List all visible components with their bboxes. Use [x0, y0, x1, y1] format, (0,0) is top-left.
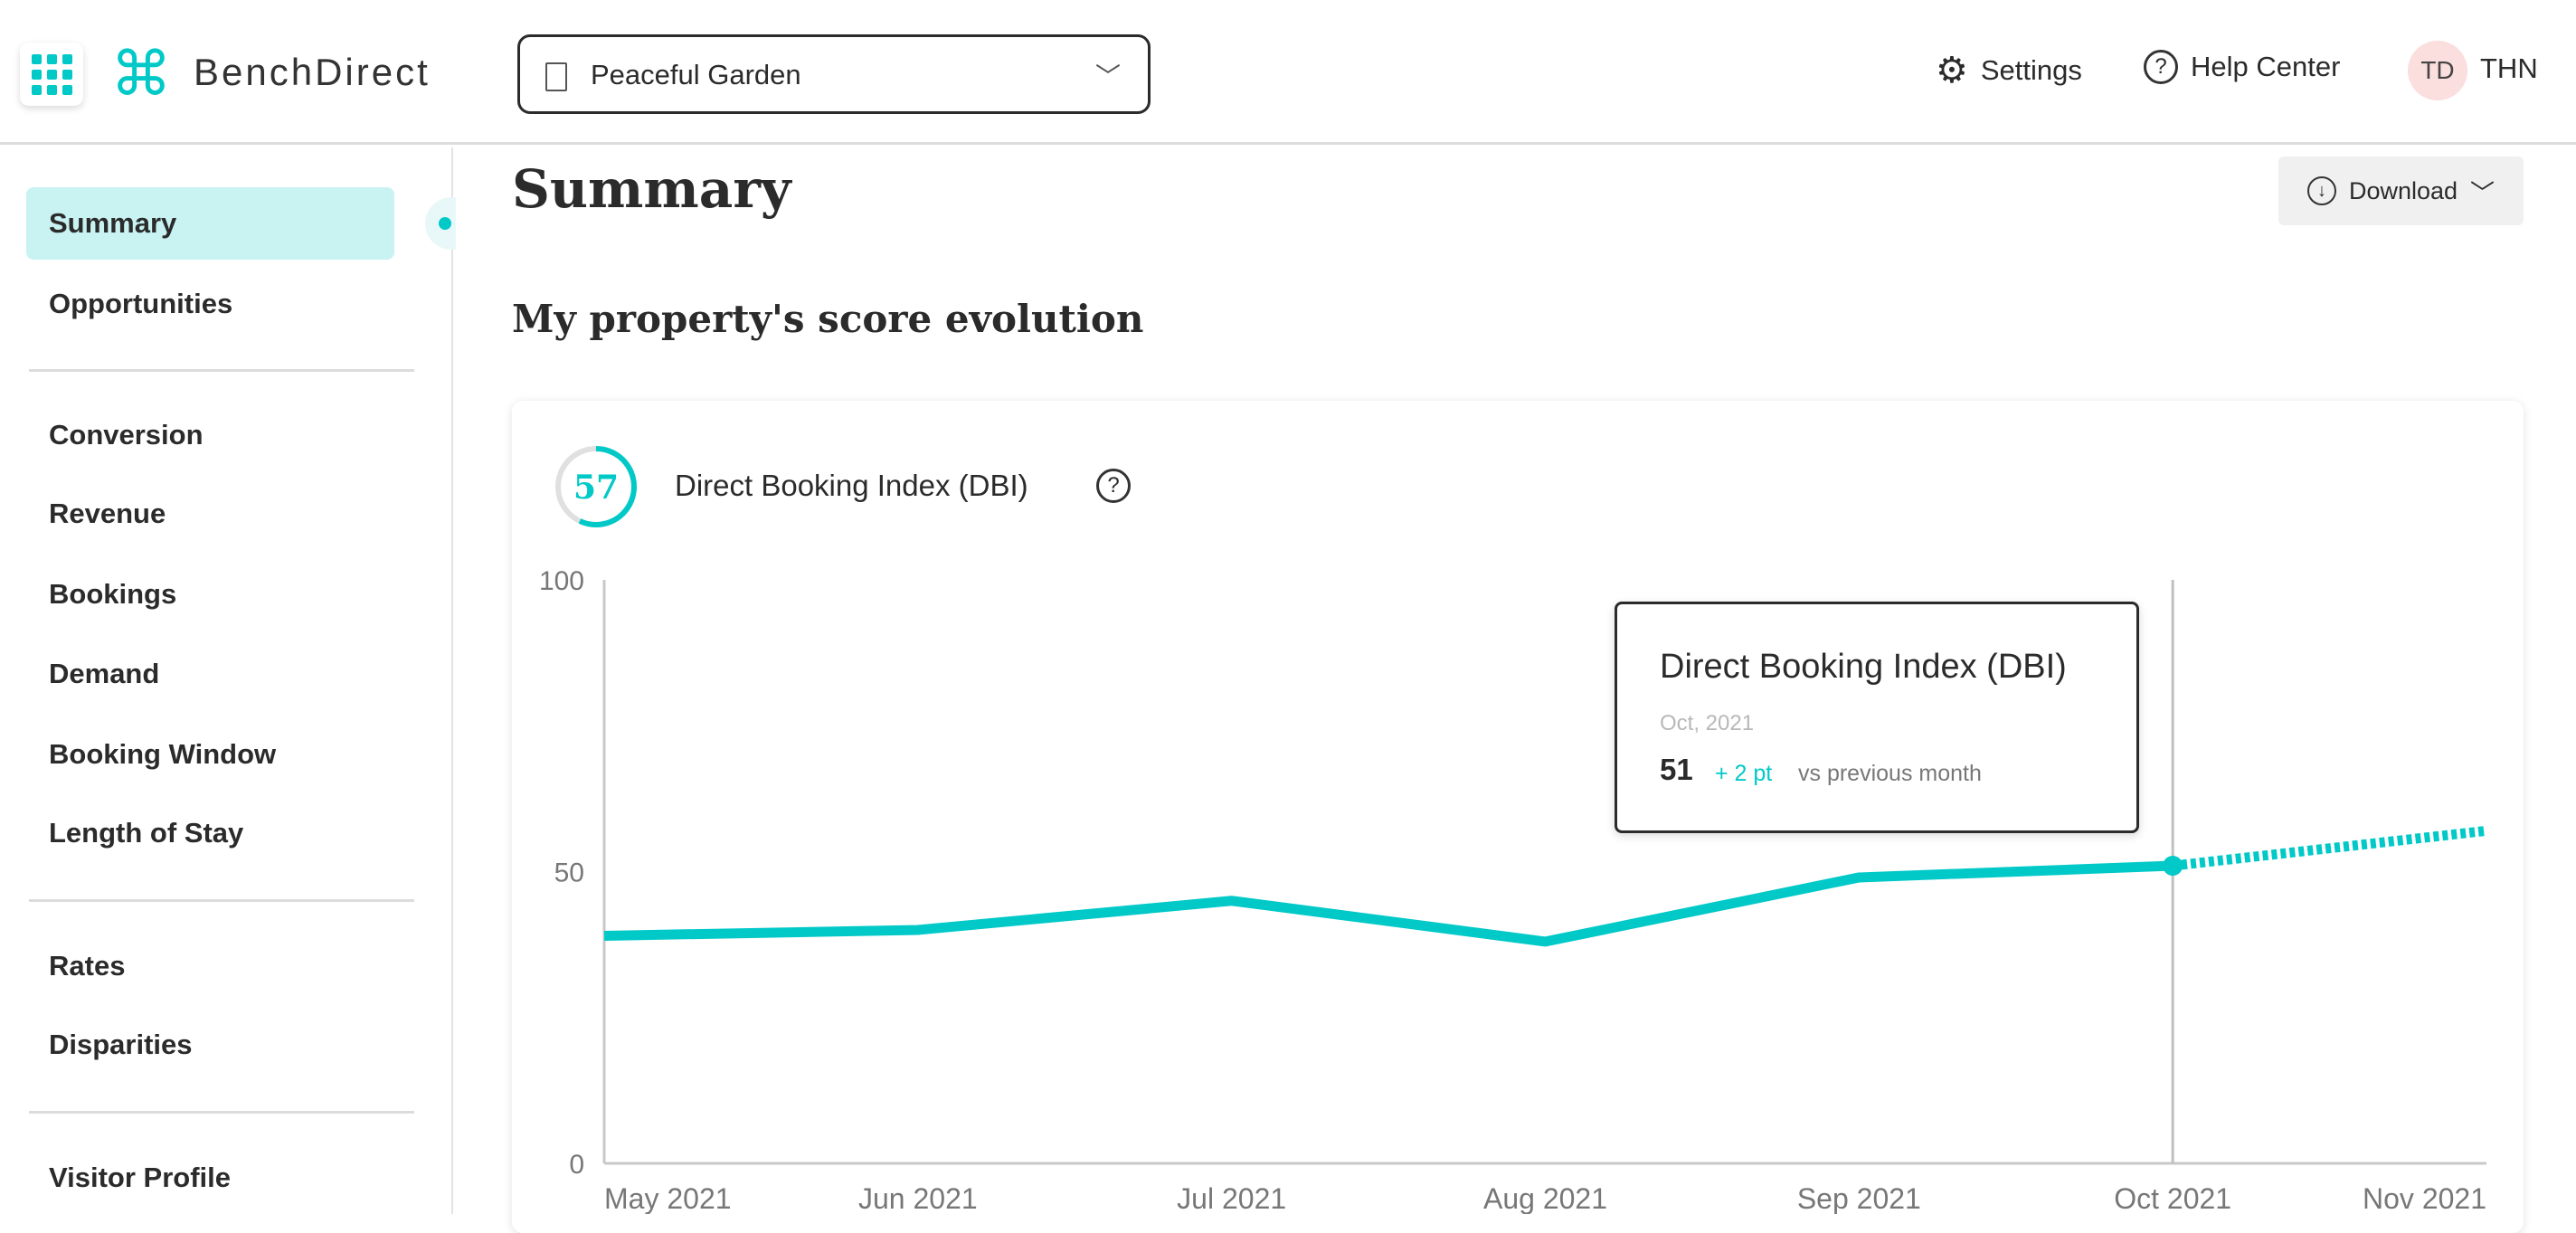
tooltip-change-suffix: vs previous month — [1798, 761, 1982, 786]
y-tick-label: 100 — [539, 566, 584, 596]
x-tick-label: Jul 2021 — [1177, 1182, 1286, 1214]
x-tick-label: Jun 2021 — [858, 1182, 978, 1214]
tooltip-title: Direct Booking Index (DBI) — [1660, 648, 2067, 686]
highlighted-point — [2163, 856, 2183, 877]
x-tick-label: Aug 2021 — [1483, 1182, 1607, 1214]
dbi-chart: 57 0 50 100 May 2021 Jun 2021 Jul 2021 Aug 2021… — [539, 446, 2487, 1214]
tooltip-date: Oct, 2021 — [1660, 711, 1755, 735]
x-tick-label: May 2021 — [604, 1182, 732, 1214]
dbi-series-line — [603, 860, 2174, 947]
dbi-projected-line — [2172, 825, 2487, 871]
y-tick-label: 0 — [569, 1150, 584, 1180]
tooltip-change: + 2 pt — [1715, 761, 1773, 786]
score-value: 57 — [573, 469, 619, 507]
x-tick-label: Oct 2021 — [2114, 1182, 2231, 1214]
x-tick-label: Sep 2021 — [1797, 1182, 1921, 1214]
chart-tooltip: Direct Booking Index (DBI) Oct, 2021 51 … — [1615, 602, 2139, 833]
tooltip-value: 51 — [1660, 753, 1693, 786]
y-tick-label: 50 — [554, 858, 584, 888]
x-tick-label: Nov 2021 — [2363, 1182, 2486, 1214]
